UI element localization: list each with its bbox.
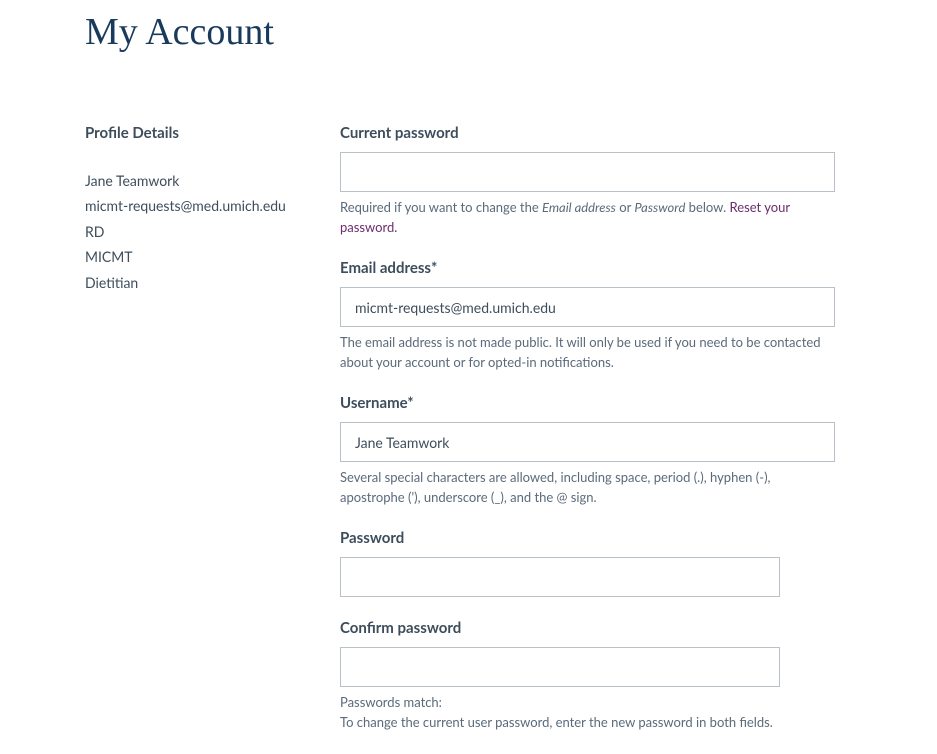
username-input[interactable] [340, 422, 835, 462]
email-group: Email address* The email address is not … [340, 259, 835, 372]
password-group: Password [340, 529, 835, 597]
username-label: Username* [340, 394, 835, 412]
username-help: Several special characters are allowed, … [340, 468, 835, 507]
email-help: The email address is not made public. It… [340, 333, 835, 372]
email-input[interactable] [340, 287, 835, 327]
password-input[interactable] [340, 557, 780, 597]
profile-details-sidebar: Profile Details Jane Teamwork micmt-requ… [85, 124, 340, 754]
current-password-group: Current password Required if you want to… [340, 124, 835, 237]
profile-name: Jane Teamwork [85, 170, 340, 192]
account-form: Current password Required if you want to… [340, 124, 835, 754]
confirm-password-group: Confirm password Passwords match: To cha… [340, 619, 835, 732]
confirm-password-help: Passwords match: To change the current u… [340, 693, 835, 732]
confirm-password-input[interactable] [340, 647, 780, 687]
password-label: Password [340, 529, 835, 547]
profile-details-heading: Profile Details [85, 124, 340, 142]
confirm-password-label: Confirm password [340, 619, 835, 637]
profile-role: Dietitian [85, 272, 340, 294]
current-password-help: Required if you want to change the Email… [340, 198, 835, 237]
email-label: Email address* [340, 259, 835, 277]
username-group: Username* Several special characters are… [340, 394, 835, 507]
profile-email: micmt-requests@med.umich.edu [85, 195, 340, 217]
page-title: My Account [85, 10, 852, 54]
profile-org: MICMT [85, 246, 340, 268]
current-password-label: Current password [340, 124, 835, 142]
profile-credential: RD [85, 221, 340, 243]
current-password-input[interactable] [340, 152, 835, 192]
